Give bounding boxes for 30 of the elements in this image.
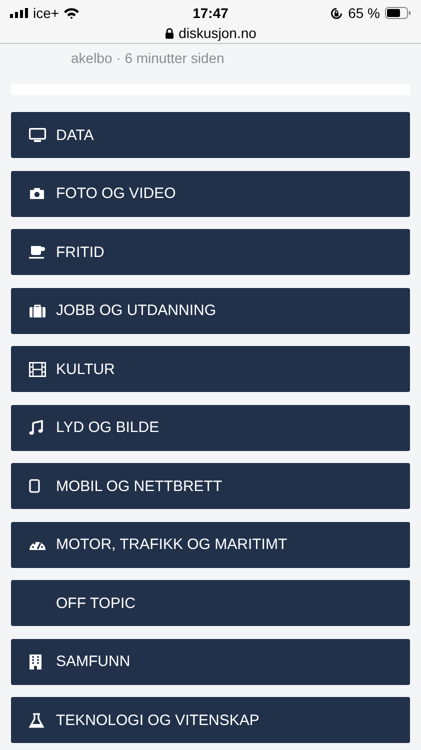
clock-time: 17:47 bbox=[192, 5, 228, 21]
category-link[interactable]: SAMFUNN bbox=[11, 638, 410, 684]
camera-icon bbox=[29, 187, 45, 200]
carrier-name: ice+ bbox=[33, 5, 60, 21]
address-bar[interactable]: diskusjon.no bbox=[10, 25, 411, 41]
wifi-icon bbox=[64, 8, 80, 18]
lock-icon bbox=[164, 28, 174, 38]
category-link[interactable]: TEKNOLOGI OG VITENSKAP bbox=[11, 697, 410, 743]
flask-icon bbox=[29, 712, 44, 728]
film-icon bbox=[29, 362, 46, 376]
category-link[interactable]: MOBIL OG NETTBRETT bbox=[11, 463, 410, 509]
signal-icon bbox=[10, 8, 28, 18]
building-icon bbox=[29, 654, 42, 670]
tablet-icon bbox=[29, 479, 40, 493]
category-link[interactable]: LYD OG BILDE bbox=[11, 404, 410, 450]
music-note-icon bbox=[29, 420, 43, 435]
battery-icon bbox=[385, 7, 411, 19]
category-link[interactable]: FOTO OG VIDEO bbox=[11, 170, 410, 216]
category-link[interactable]: FRITID bbox=[11, 229, 410, 275]
monitor-icon bbox=[29, 128, 46, 142]
category-link[interactable]: KULTUR bbox=[11, 346, 410, 392]
briefcase-icon bbox=[29, 304, 46, 318]
category-link[interactable]: DATA bbox=[11, 112, 410, 158]
category-link[interactable]: OFF TOPIC bbox=[11, 580, 410, 626]
battery-percent: 65 % bbox=[348, 5, 380, 21]
category-link[interactable]: MOTOR, TRAFIKK OG MARITIMT bbox=[11, 522, 410, 568]
cup-icon bbox=[29, 245, 45, 259]
post-meta: akelbo · 6 minutter siden bbox=[70, 49, 226, 68]
rotation-lock-icon bbox=[330, 6, 344, 20]
category-link[interactable]: JOBB OG UTDANNING bbox=[11, 288, 410, 334]
